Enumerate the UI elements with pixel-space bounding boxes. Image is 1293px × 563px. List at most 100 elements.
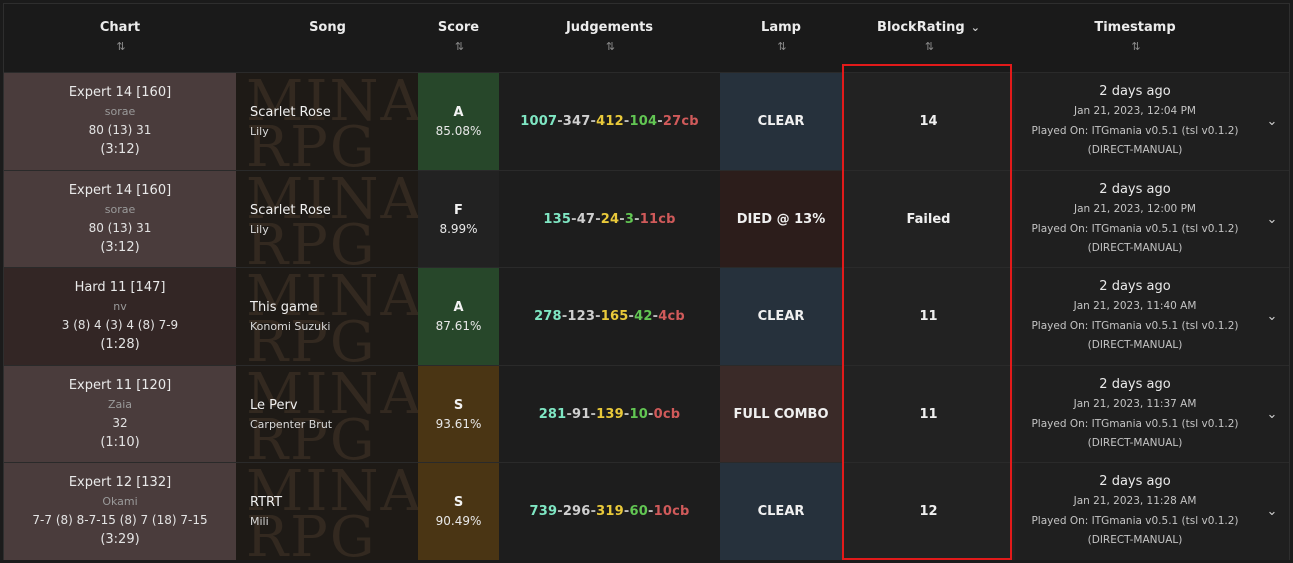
song-cell[interactable]: MINA RPG Scarlet Rose Lily bbox=[236, 73, 419, 170]
table-row[interactable]: Hard 11 [147] nv 3 (8) 4 (3) 4 (8) 7-9 (… bbox=[4, 267, 1289, 365]
expand-row-button[interactable]: ⌄ bbox=[1255, 463, 1289, 560]
timestamp-date: Jan 21, 2023, 11:28 AM bbox=[1073, 495, 1197, 508]
table-row[interactable]: Expert 12 [132] Okami 7-7 (8) 8-7-15 (8)… bbox=[4, 462, 1289, 560]
judgement-great: 165 bbox=[600, 309, 629, 324]
score-percent: 93.61% bbox=[435, 416, 482, 431]
chart-name: Expert 12 [132] bbox=[68, 475, 172, 490]
chart-breakdown: 80 (13) 31 bbox=[88, 123, 152, 137]
table-row[interactable]: Expert 14 [160] sorae 80 (13) 31 (3:12) … bbox=[4, 170, 1289, 268]
chart-author: sorae bbox=[104, 203, 136, 216]
judgement-excellent: 47 bbox=[576, 212, 596, 227]
score-grade: S bbox=[453, 494, 464, 510]
lamp-label: CLEAR bbox=[757, 504, 805, 519]
judgement-fantastic: 135 bbox=[543, 212, 572, 227]
score-cell: A 87.61% bbox=[418, 268, 499, 365]
score-grade: F bbox=[454, 202, 463, 218]
chevron-down-icon[interactable]: ⌄ bbox=[1267, 407, 1278, 422]
score-grade: S bbox=[453, 397, 464, 413]
timestamp-date: Jan 21, 2023, 12:04 PM bbox=[1074, 105, 1196, 118]
judgement-fantastic: 278 bbox=[534, 309, 562, 324]
judgement-great: 319 bbox=[596, 504, 624, 519]
song-title[interactable]: Le Perv bbox=[250, 396, 298, 416]
played-on: Played On: ITGmania v0.5.1 (tsl v0.1.2) bbox=[1031, 124, 1239, 137]
timestamp-cell: 2 days ago Jan 21, 2023, 12:04 PM Played… bbox=[1015, 73, 1255, 170]
song-banner-image: MINA RPG bbox=[246, 73, 419, 171]
judgements-cell: 281-91-139-10-0cb bbox=[499, 366, 720, 463]
header-song[interactable]: Song bbox=[236, 4, 419, 72]
expand-row-button[interactable]: ⌄ bbox=[1255, 268, 1289, 365]
sort-icon[interactable]: ⇅ bbox=[4, 40, 236, 53]
lamp-cell: DIED @ 13% bbox=[720, 171, 842, 268]
song-title[interactable]: RTRT bbox=[250, 493, 282, 513]
chart-breakdown: 7-7 (8) 8-7-15 (8) 7 (18) 7-15 bbox=[32, 513, 208, 527]
timestamp-relative: 2 days ago bbox=[1099, 182, 1171, 198]
judgement-combo-breaks: 0cb bbox=[653, 407, 681, 422]
chart-author: nv bbox=[113, 300, 127, 313]
blockrating-cell: 11 bbox=[842, 268, 1015, 365]
expand-row-button[interactable]: ⌄ bbox=[1255, 366, 1289, 463]
song-artist: Mili bbox=[250, 514, 269, 528]
header-timestamp[interactable]: Timestamp ⇅ bbox=[1015, 4, 1255, 72]
chart-length: (1:28) bbox=[100, 337, 140, 352]
chevron-down-icon[interactable]: ⌄ bbox=[971, 21, 980, 34]
lamp-cell: CLEAR bbox=[720, 73, 842, 170]
sort-icon[interactable]: ⇅ bbox=[418, 40, 499, 53]
chevron-down-icon[interactable]: ⌄ bbox=[1267, 504, 1278, 519]
chart-length: (3:12) bbox=[100, 240, 140, 255]
header-score[interactable]: Score ⇅ bbox=[418, 4, 499, 72]
blockrating-value: 11 bbox=[919, 407, 938, 422]
score-percent: 90.49% bbox=[435, 513, 482, 528]
timestamp-relative: 2 days ago bbox=[1099, 377, 1171, 393]
score-grade: A bbox=[453, 104, 464, 120]
chevron-down-icon[interactable]: ⌄ bbox=[1267, 114, 1278, 129]
expand-row-button[interactable]: ⌄ bbox=[1255, 171, 1289, 268]
played-on: Played On: ITGmania v0.5.1 (tsl v0.1.2) bbox=[1031, 222, 1239, 235]
sort-icon[interactable]: ⇅ bbox=[499, 40, 720, 53]
table-header: Chart ⇅ Song Score ⇅ Judgements ⇅ Lamp ⇅… bbox=[4, 4, 1289, 72]
header-chart[interactable]: Chart ⇅ bbox=[4, 4, 236, 72]
song-cell[interactable]: MINA RPG Scarlet Rose Lily bbox=[236, 171, 419, 268]
judgement-great: 139 bbox=[596, 407, 624, 422]
judgement-fantastic: 281 bbox=[538, 407, 567, 422]
sort-icon[interactable]: ⇅ bbox=[1015, 40, 1255, 53]
timestamp-cell: 2 days ago Jan 21, 2023, 11:28 AM Played… bbox=[1015, 463, 1255, 560]
header-blockrating-label: BlockRating bbox=[877, 20, 965, 35]
chevron-down-icon[interactable]: ⌄ bbox=[1267, 212, 1278, 227]
score-cell: A 85.08% bbox=[418, 73, 499, 170]
timestamp-relative: 2 days ago bbox=[1099, 279, 1171, 295]
song-cell[interactable]: MINA RPG RTRT Mili bbox=[236, 463, 419, 560]
expand-row-button[interactable]: ⌄ bbox=[1255, 73, 1289, 170]
header-lamp[interactable]: Lamp ⇅ bbox=[720, 4, 842, 72]
blockrating-value: 14 bbox=[919, 114, 938, 129]
song-title[interactable]: This game bbox=[250, 298, 318, 318]
sort-icon[interactable]: ⇅ bbox=[842, 40, 1015, 53]
judgements-line: 135-47-24-3-11cb bbox=[543, 212, 676, 227]
score-cell: F 8.99% bbox=[418, 171, 499, 268]
song-cell[interactable]: MINA RPG Le Perv Carpenter Brut bbox=[236, 366, 419, 463]
table-row[interactable]: Expert 14 [160] sorae 80 (13) 31 (3:12) … bbox=[4, 72, 1289, 170]
header-judgements-label: Judgements bbox=[565, 20, 654, 35]
sort-icon[interactable]: ⇅ bbox=[720, 40, 842, 53]
song-banner-image: MINA RPG bbox=[246, 463, 419, 561]
chevron-down-icon[interactable]: ⌄ bbox=[1267, 309, 1278, 324]
judgement-fantastic: 1007 bbox=[520, 114, 558, 129]
header-judgements[interactable]: Judgements ⇅ bbox=[499, 4, 720, 72]
lamp-label: DIED @ 13% bbox=[736, 212, 826, 227]
song-cell[interactable]: MINA RPG This game Konomi Suzuki bbox=[236, 268, 419, 365]
chart-author: sorae bbox=[104, 105, 136, 118]
timestamp-date: Jan 21, 2023, 12:00 PM bbox=[1074, 203, 1196, 216]
chart-breakdown: 32 bbox=[112, 416, 128, 430]
song-artist: Lily bbox=[250, 222, 269, 236]
import-method: (DIRECT-MANUAL) bbox=[1087, 437, 1183, 450]
song-title[interactable]: Scarlet Rose bbox=[250, 201, 331, 221]
song-artist: Carpenter Brut bbox=[250, 417, 333, 431]
judgement-excellent: 91 bbox=[572, 407, 591, 422]
song-artist: Lily bbox=[250, 124, 269, 138]
header-blockrating[interactable]: BlockRating ⌄ ⇅ bbox=[842, 4, 1015, 72]
chart-cell: Expert 14 [160] sorae 80 (13) 31 (3:12) bbox=[4, 171, 236, 268]
judgement-combo-breaks: 4cb bbox=[658, 309, 685, 324]
header-score-label: Score bbox=[437, 20, 480, 35]
played-on: Played On: ITGmania v0.5.1 (tsl v0.1.2) bbox=[1031, 417, 1239, 430]
table-row[interactable]: Expert 11 [120] Zaia 32 (1:10) MINA RPG … bbox=[4, 365, 1289, 463]
song-title[interactable]: Scarlet Rose bbox=[250, 103, 331, 123]
